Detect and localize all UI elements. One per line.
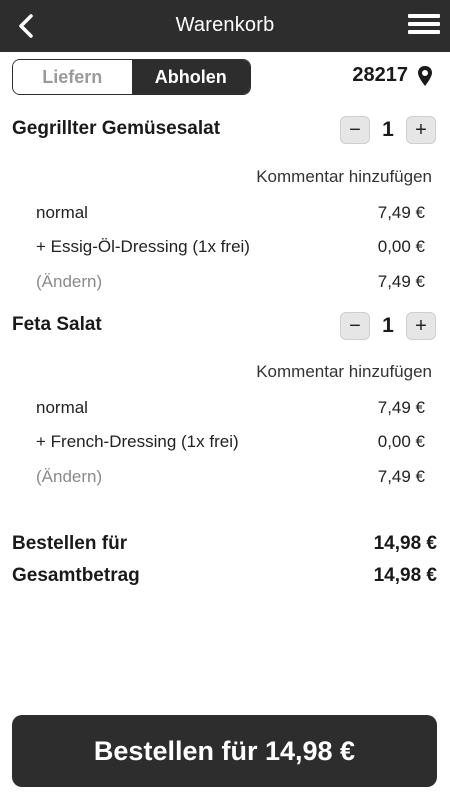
location-pin-icon bbox=[418, 65, 432, 86]
item-line: (Ändern) 7,49 € bbox=[36, 272, 425, 292]
add-comment-link[interactable]: Kommentar hinzufügen bbox=[256, 362, 432, 382]
quantity-stepper: − 1 + bbox=[340, 116, 436, 144]
quantity-value: 1 bbox=[382, 118, 394, 141]
increase-quantity-button[interactable]: + bbox=[406, 312, 436, 340]
add-comment-link[interactable]: Kommentar hinzufügen bbox=[256, 167, 432, 187]
item-line: + Essig-Öl-Dressing (1x frei) 0,00 € bbox=[36, 237, 425, 257]
line-label: + French-Dressing (1x frei) bbox=[36, 432, 239, 451]
decrease-quantity-button[interactable]: − bbox=[340, 116, 370, 144]
line-price: 7,49 € bbox=[377, 272, 425, 291]
order-for-label: Bestellen für bbox=[12, 533, 128, 554]
zip-code: 28217 bbox=[352, 64, 408, 86]
app-header: Warenkorb bbox=[0, 0, 450, 52]
line-price: 0,00 € bbox=[377, 432, 425, 451]
toggle-option-liefern[interactable]: Liefern bbox=[13, 60, 132, 94]
delivery-mode-toggle: Liefern Abholen bbox=[12, 59, 251, 95]
menu-button[interactable] bbox=[406, 11, 442, 41]
item-line: normal 7,49 € bbox=[36, 398, 425, 418]
order-for-row: Bestellen für 14,98 € bbox=[12, 533, 437, 555]
increase-quantity-button[interactable]: + bbox=[406, 116, 436, 144]
line-price: 7,49 € bbox=[377, 467, 425, 486]
line-price: 7,49 € bbox=[377, 203, 425, 222]
line-label: normal bbox=[36, 203, 88, 222]
place-order-button[interactable]: Bestellen für 14,98 € bbox=[12, 715, 437, 787]
hamburger-menu-icon bbox=[408, 14, 440, 18]
total-label: Gesamtbetrag bbox=[12, 565, 140, 586]
item-line: (Ändern) 7,49 € bbox=[36, 467, 425, 487]
quantity-value: 1 bbox=[382, 314, 394, 337]
quantity-stepper: − 1 + bbox=[340, 312, 436, 340]
line-label: normal bbox=[36, 398, 88, 417]
page-title: Warenkorb bbox=[175, 14, 275, 36]
total-value: 14,98 € bbox=[373, 565, 437, 586]
line-price: 7,49 € bbox=[377, 398, 425, 417]
decrease-quantity-button[interactable]: − bbox=[340, 312, 370, 340]
line-label: + Essig-Öl-Dressing (1x frei) bbox=[36, 237, 250, 256]
location-zip[interactable]: 28217 bbox=[352, 64, 434, 87]
cart-item-title: Feta Salat bbox=[12, 314, 102, 335]
change-item-link[interactable]: (Ändern) bbox=[36, 272, 102, 292]
toggle-option-abholen[interactable]: Abholen bbox=[131, 60, 250, 94]
cart-item-title: Gegrillter Gemüsesalat bbox=[12, 118, 221, 139]
item-line: normal 7,49 € bbox=[36, 203, 425, 223]
item-line: + French-Dressing (1x frei) 0,00 € bbox=[36, 432, 425, 452]
change-item-link[interactable]: (Ändern) bbox=[36, 467, 102, 487]
line-price: 0,00 € bbox=[377, 237, 425, 256]
order-for-value: 14,98 € bbox=[373, 533, 437, 554]
total-row: Gesamtbetrag 14,98 € bbox=[12, 565, 437, 587]
